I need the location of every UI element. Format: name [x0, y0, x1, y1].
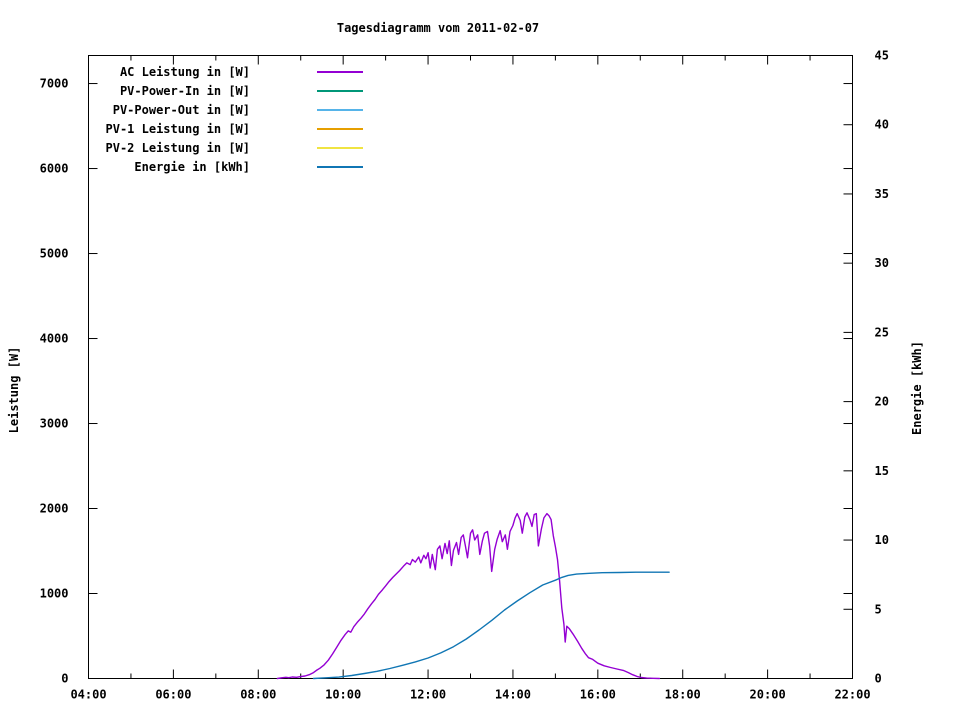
legend-label-pv_out: PV-Power-Out in [W]: [112, 103, 250, 117]
legend-line-energie: [317, 166, 363, 168]
legend-line-pv_out: [317, 109, 363, 111]
legend-label-pv2: PV-2 Leistung in [W]: [105, 141, 251, 155]
legend-label-ac: AC Leistung in [W]: [119, 65, 250, 79]
legend-line-ac: [317, 71, 363, 73]
legend: AC Leistung in [W] PV-Power-In in [W] PV-P…: [0, 0, 960, 720]
legend-label-pv_in: PV-Power-In in [W]: [119, 84, 250, 98]
legend-line-pv1: [317, 128, 363, 130]
screen: 04:00 06:00 08:00 10:00 12:00 14:00 16:00 18:00…: [0, 0, 960, 720]
legend-label-energie: Energie in [kWh]: [134, 160, 250, 174]
legend-line-pv2: [317, 147, 363, 149]
legend-label-pv1: PV-1 Leistung in [W]: [105, 122, 251, 136]
legend-line-pv_in: [317, 90, 363, 92]
